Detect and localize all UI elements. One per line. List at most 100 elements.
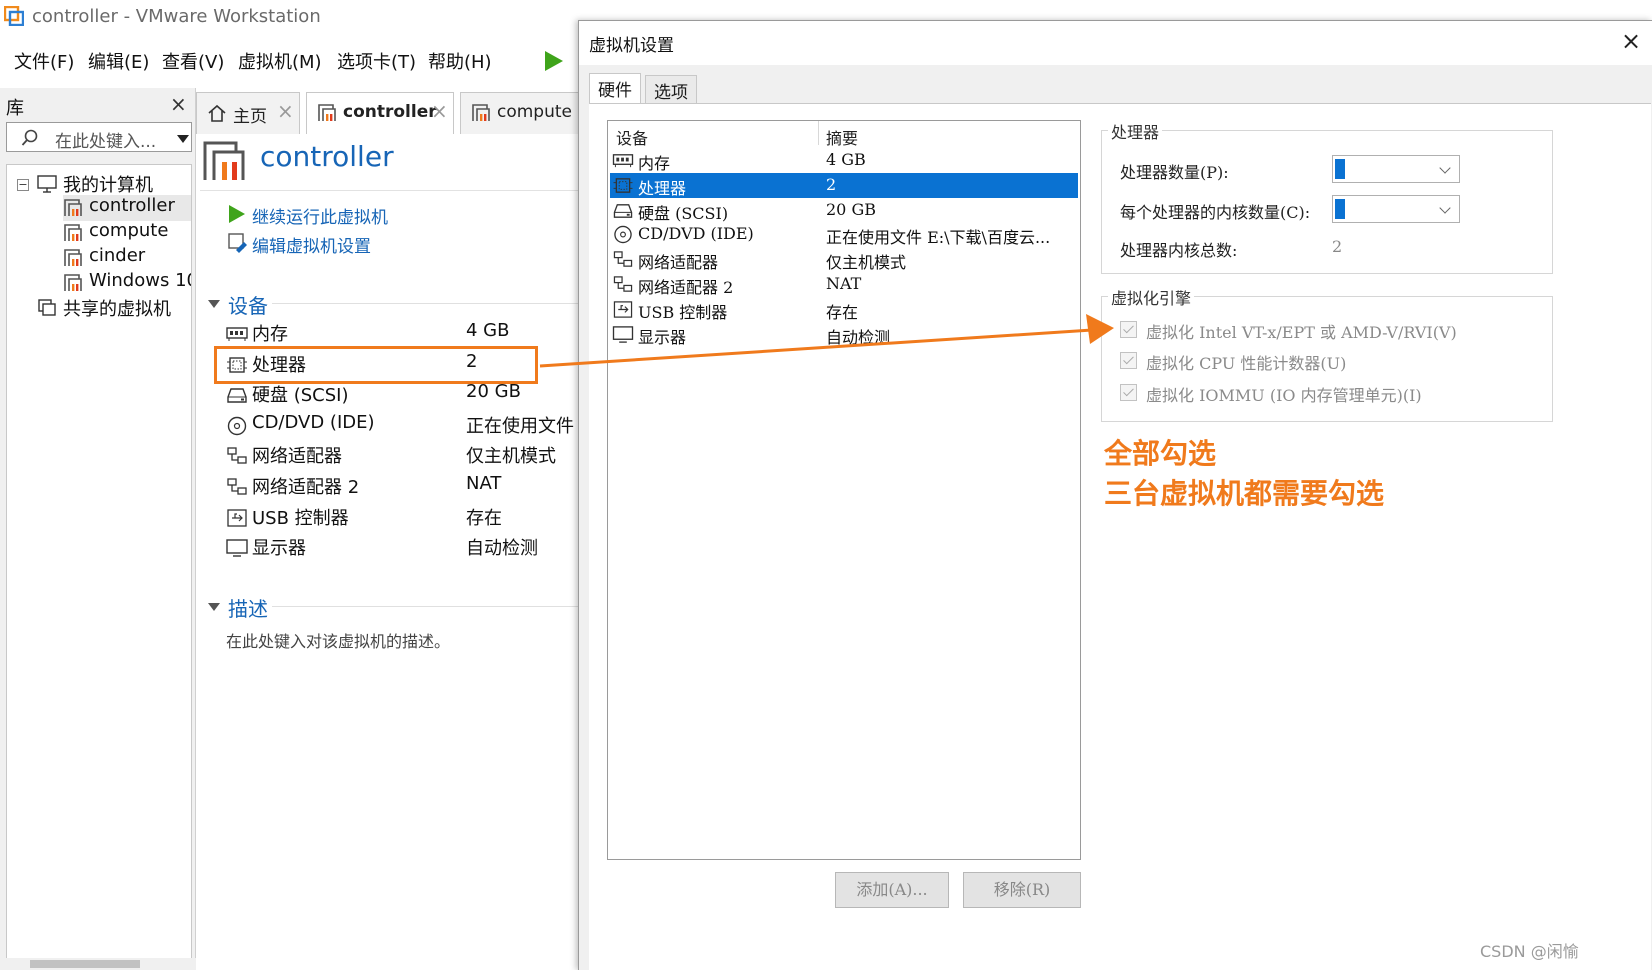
chevron-down-icon — [1439, 162, 1451, 174]
disk-icon — [226, 385, 248, 405]
device-row[interactable]: CD/DVD (IDE) 正在使用文件 E:\下载\百度云... — [610, 222, 1078, 247]
description-section-title: 描述 — [228, 597, 268, 621]
device-row[interactable]: 网络适配器 仅主机模式 — [610, 247, 1078, 272]
menu-help[interactable]: 帮助(H) — [428, 48, 492, 74]
scrollbar-thumb[interactable] — [30, 960, 140, 968]
device-name: 网络适配器 2 — [638, 278, 734, 297]
device-name: 内存 — [638, 154, 671, 173]
vm-icon — [64, 274, 82, 291]
device-value: 4 GB — [466, 320, 510, 341]
summary-device-row[interactable]: 网络适配器 仅主机模式 — [226, 442, 586, 470]
processor-count-value: 2 — [1335, 159, 1345, 179]
tree-vm-label: controller — [89, 195, 175, 216]
summary-device-row[interactable]: 内存 4 GB — [226, 320, 586, 348]
device-name: 网络适配器 — [638, 253, 719, 272]
column-header-device[interactable]: 设备 — [616, 125, 648, 149]
device-summary: 4 GB — [826, 150, 866, 169]
device-summary: 自动检测 — [826, 328, 891, 347]
menu-bar: 文件(F) 编辑(E) 查看(V) 虚拟机(M) 选项卡(T) 帮助(H) — [0, 40, 610, 80]
close-icon[interactable]: × — [431, 99, 448, 123]
device-summary: 仅主机模式 — [826, 253, 907, 272]
summary-device-row[interactable]: 网络适配器 2 NAT — [226, 473, 586, 501]
summary-device-row[interactable]: 显示器 自动检测 — [226, 534, 586, 562]
search-placeholder: 在此处键入... — [55, 132, 157, 152]
search-icon — [21, 129, 38, 146]
add-button[interactable]: 添加(A)... — [835, 872, 949, 908]
divider — [272, 606, 584, 607]
checkbox-checked-icon[interactable] — [1120, 384, 1137, 401]
summary-device-row[interactable]: 硬盘 (SCSI) 20 GB — [226, 381, 586, 409]
processor-highlight-annotation — [214, 346, 538, 384]
checkbox-checked-icon[interactable] — [1120, 352, 1137, 369]
column-header-summary[interactable]: 摘要 — [826, 125, 858, 149]
device-name: 显示器 — [252, 538, 306, 559]
device-row[interactable]: 硬盘 (SCSI) 20 GB — [610, 198, 1078, 223]
usb-icon — [612, 300, 634, 319]
close-icon[interactable]: × — [1621, 27, 1641, 55]
watermark: CSDN @闲愉 — [1480, 942, 1579, 961]
checkbox-label: 虚拟化 Intel VT-x/EPT 或 AMD-V/RVI(V) — [1146, 323, 1457, 342]
display-icon — [612, 325, 634, 344]
device-name: 硬盘 (SCSI) — [638, 204, 729, 223]
tab-hardware[interactable]: 硬件 — [589, 73, 641, 103]
dialog-title: 虚拟机设置 — [589, 36, 674, 56]
menu-file[interactable]: 文件(F) — [14, 48, 74, 74]
cpu-icon — [612, 176, 634, 195]
tab-home[interactable]: 主页 × — [196, 92, 300, 134]
description-placeholder[interactable]: 在此处键入对该虚拟机的描述。 — [226, 628, 450, 652]
checkbox-label: 虚拟化 IOMMU (IO 内存管理单元)(I) — [1146, 386, 1422, 405]
play-icon[interactable] — [544, 50, 564, 72]
device-summary: NAT — [826, 274, 862, 293]
checkbox-checked-icon[interactable] — [1120, 321, 1137, 338]
library-close-icon[interactable]: × — [170, 92, 187, 116]
collapse-icon[interactable] — [208, 603, 220, 611]
device-row[interactable]: 内存 4 GB — [610, 148, 1078, 173]
virtualization-group-title: 虚拟化引擎 — [1108, 285, 1195, 309]
total-cores-value: 2 — [1332, 237, 1343, 256]
device-name: CD/DVD (IDE) — [252, 412, 375, 433]
edit-settings-label: 编辑虚拟机设置 — [252, 237, 371, 257]
device-name: 网络适配器 2 — [252, 477, 360, 498]
collapse-icon[interactable] — [208, 300, 220, 308]
device-row[interactable]: USB 控制器 存在 — [610, 297, 1078, 322]
tab-compute[interactable]: compute — [460, 92, 580, 134]
vm-title: controller — [260, 140, 394, 173]
summary-device-row[interactable]: CD/DVD (IDE) 正在使用文件 E — [226, 412, 591, 440]
tab-controller[interactable]: controller × — [306, 92, 454, 134]
menu-vm[interactable]: 虚拟机(M) — [238, 48, 322, 74]
menu-tabs[interactable]: 选项卡(T) — [337, 48, 416, 74]
cores-per-processor-label: 每个处理器的内核数量(C): — [1120, 203, 1311, 222]
memory-icon — [612, 151, 634, 170]
library-search-input[interactable]: 在此处键入... — [6, 122, 192, 152]
tree-vm-controller[interactable]: controller — [63, 195, 191, 221]
title-bar: controller - VMware Workstation — [0, 0, 620, 34]
cores-per-processor-select[interactable]: 1 — [1332, 195, 1460, 223]
tab-options[interactable]: 选项 — [645, 75, 697, 103]
chevron-down-icon[interactable] — [177, 135, 189, 143]
horizontal-scrollbar[interactable] — [0, 958, 196, 970]
tree-collapse-icon[interactable]: − — [17, 179, 29, 191]
device-name: 处理器 — [638, 179, 687, 198]
tree-my-computer-label: 我的计算机 — [63, 175, 153, 196]
device-name: USB 控制器 — [638, 303, 728, 322]
summary-device-row[interactable]: USB 控制器 存在 — [226, 504, 586, 532]
tree-vm-label: Windows 10 — [89, 270, 192, 291]
tree-shared-label: 共享的虚拟机 — [63, 299, 171, 320]
disk-icon — [612, 201, 634, 220]
processor-count-select[interactable]: 2 — [1332, 155, 1460, 183]
device-row[interactable]: 显示器 自动检测 — [610, 322, 1078, 347]
vm-icon — [64, 249, 82, 266]
annotation-line-2: 三台虚拟机都需要勾选 — [1104, 477, 1385, 510]
device-row[interactable]: 处理器 2 — [610, 173, 1078, 198]
remove-button[interactable]: 移除(R) — [963, 872, 1081, 908]
device-name: 硬盘 (SCSI) — [252, 385, 349, 406]
close-icon[interactable]: × — [277, 99, 294, 123]
device-row[interactable]: 网络适配器 2 NAT — [610, 272, 1078, 297]
divider — [272, 303, 584, 304]
menu-edit[interactable]: 编辑(E) — [88, 48, 149, 74]
vm-icon — [64, 224, 82, 241]
vmware-app-icon — [4, 6, 24, 26]
memory-icon — [226, 324, 248, 344]
column-divider[interactable] — [818, 121, 819, 145]
menu-view[interactable]: 查看(V) — [162, 48, 224, 74]
